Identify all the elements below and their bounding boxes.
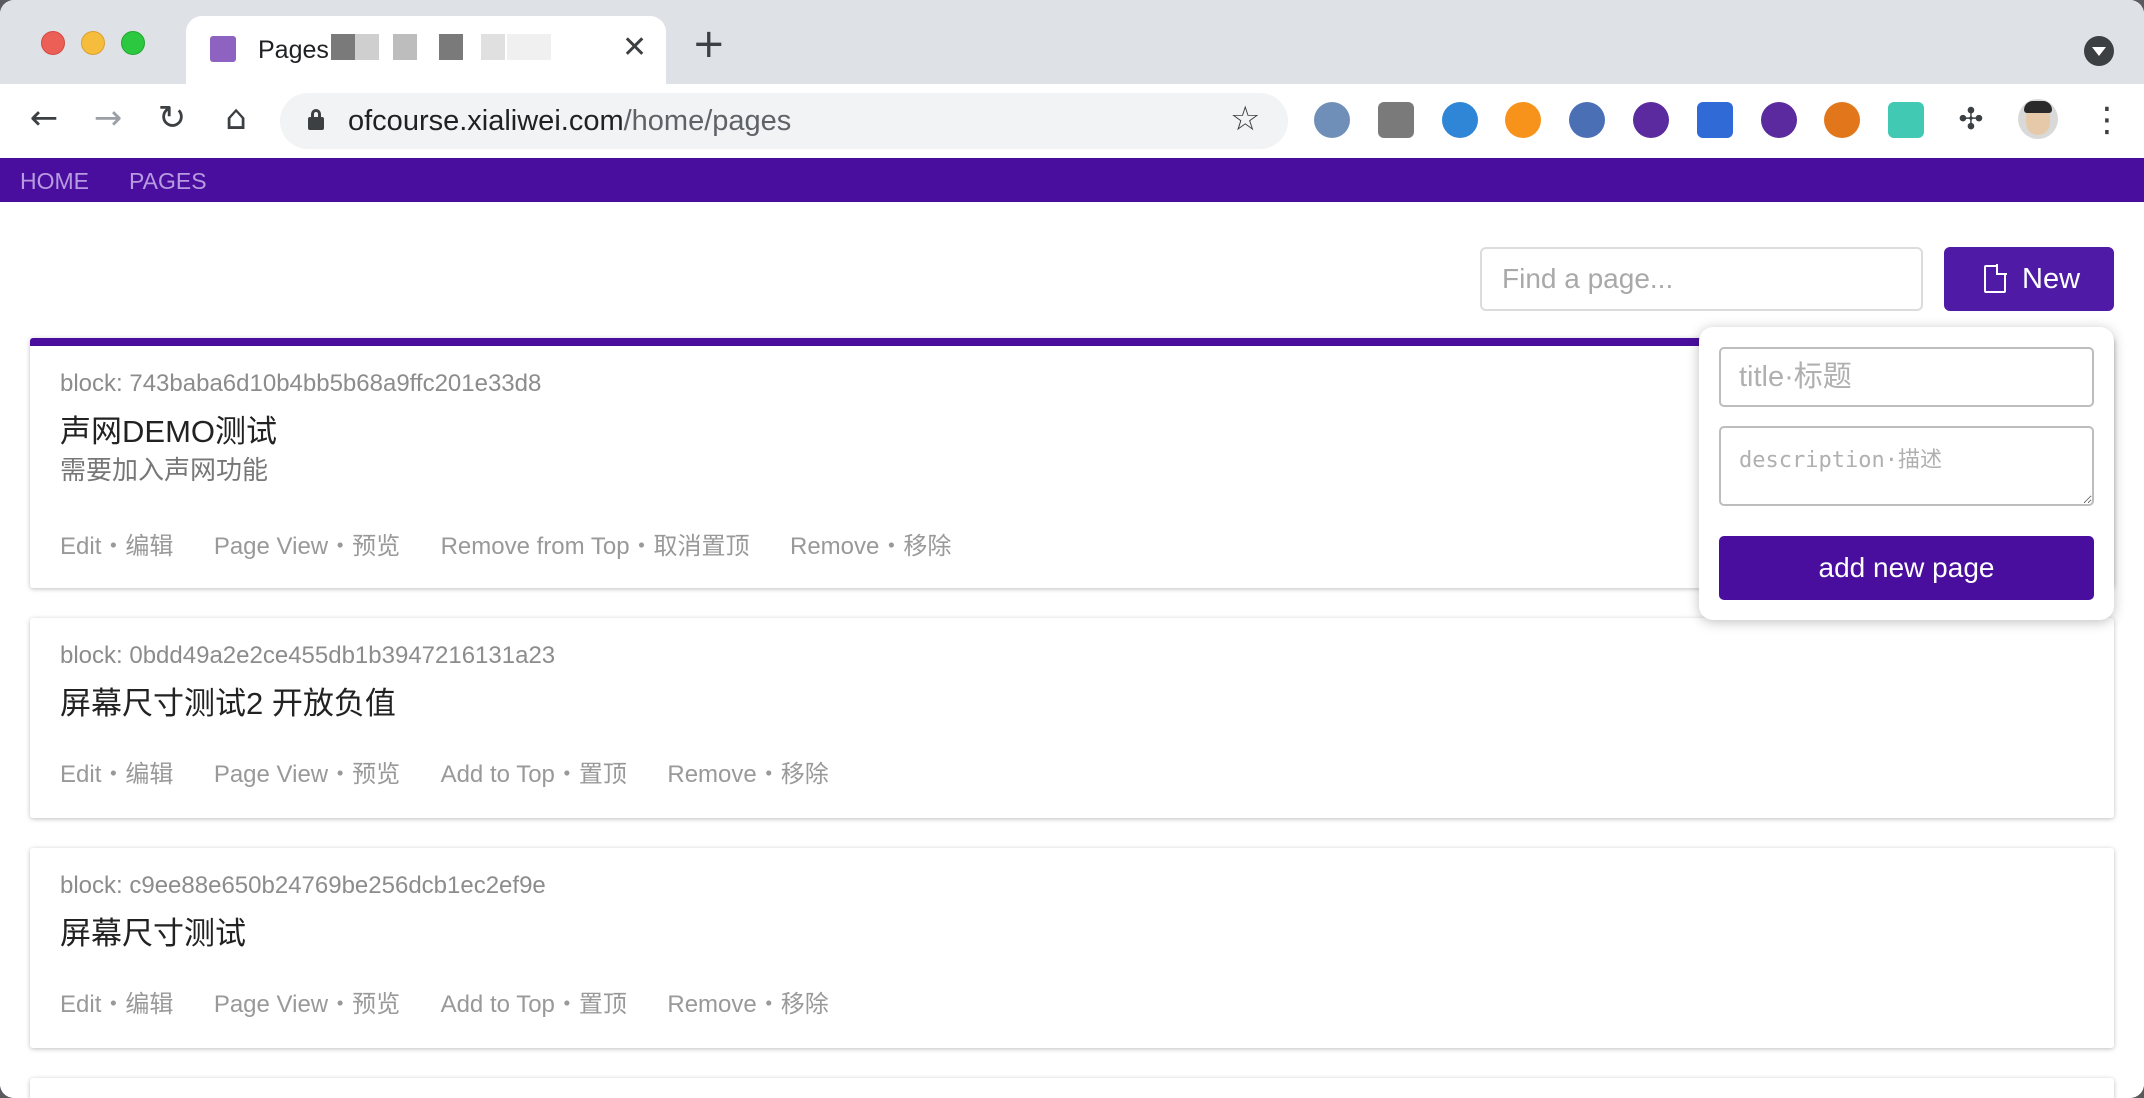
page-card: block: c9ee88e650b24769be256dcb1ec2ef9e …	[30, 848, 2114, 1048]
remove-from-top-link[interactable]: Remove from Top・取消置顶	[441, 526, 750, 561]
address-bar[interactable]: ofcourse.xialiwei.com/home/pages ☆	[280, 93, 1288, 149]
browser-window: Pages ✕ + ← → ↻ ⌂ ofcourse.xialiwei.com/…	[0, 0, 2144, 1098]
cloud-icon[interactable]	[1569, 102, 1605, 138]
page-card: block: 0bdd49a2e2ce455db1b3947216131a23 …	[30, 618, 2114, 818]
sync-icon[interactable]	[1314, 102, 1350, 138]
new-page-button[interactable]: New	[1944, 247, 2114, 311]
screenshot-icon[interactable]	[1378, 102, 1414, 138]
bitcoin-icon[interactable]	[1761, 102, 1797, 138]
card-description: 需要加入声网功能	[60, 455, 269, 485]
minimize-window-button[interactable]	[81, 31, 105, 55]
tab-bar: Pages ✕ +	[0, 0, 2144, 84]
card-title: 屏幕尺寸测试2 开放负值	[60, 686, 396, 721]
new-page-label: New	[2022, 263, 2081, 295]
line-icon[interactable]	[1888, 102, 1924, 138]
nav-pages-link[interactable]: PAGES	[129, 168, 207, 195]
tab-search-icon[interactable]	[2084, 36, 2114, 66]
url-text[interactable]: ofcourse.xialiwei.com/home/pages	[348, 105, 791, 138]
maximize-window-button[interactable]	[121, 31, 145, 55]
reload-icon[interactable]: ↻	[152, 98, 192, 138]
extensions-puzzle-icon[interactable]: ✣	[1953, 102, 1989, 138]
card-block-id: block: c9ee88e650b24769be256dcb1ec2ef9e	[60, 872, 546, 899]
add-to-top-link[interactable]: Add to Top・置顶	[441, 754, 627, 789]
home-icon[interactable]: ⌂	[216, 98, 256, 138]
remove-link[interactable]: Remove・移除	[667, 984, 828, 1019]
nav-home-link[interactable]: HOME	[20, 168, 89, 195]
tab-title-redacted	[331, 34, 551, 60]
p-coin-icon[interactable]	[1505, 102, 1541, 138]
profile-avatar[interactable]	[2018, 99, 2058, 139]
app-navbar: HOME PAGES	[0, 158, 2144, 202]
url-path: /home/pages	[623, 105, 792, 137]
back-icon[interactable]: ←	[24, 98, 64, 138]
news-icon[interactable]	[1697, 102, 1733, 138]
browser-tab[interactable]: Pages ✕	[186, 16, 666, 84]
remove-link[interactable]: Remove・移除	[667, 754, 828, 789]
card-title: 声网DEMO测试	[60, 414, 277, 449]
card-actions: Edit・编辑 Page View・预览 Add to Top・置顶 Remov…	[60, 984, 865, 1019]
tab-favicon-icon	[210, 36, 236, 62]
edit-link[interactable]: Edit・编辑	[60, 754, 173, 789]
metamask-icon[interactable]	[1824, 102, 1860, 138]
card-actions: Edit・编辑 Page View・预览 Remove from Top・取消置…	[60, 526, 987, 561]
browser-toolbar: ← → ↻ ⌂ ofcourse.xialiwei.com/home/pages…	[0, 84, 2144, 158]
title-input[interactable]	[1719, 347, 2094, 407]
globe-icon[interactable]	[1442, 102, 1478, 138]
find-page-input[interactable]	[1480, 247, 1923, 311]
add-to-top-link[interactable]: Add to Top・置顶	[441, 984, 627, 1019]
description-input[interactable]	[1719, 426, 2094, 506]
new-page-popover: add new page	[1699, 327, 2114, 620]
remove-link[interactable]: Remove・移除	[790, 526, 951, 561]
browser-menu-icon[interactable]: ⋮	[2090, 100, 2124, 140]
page-card	[30, 1078, 2114, 1098]
url-host: ofcourse.xialiwei.com	[348, 105, 624, 137]
card-actions: Edit・编辑 Page View・预览 Add to Top・置顶 Remov…	[60, 754, 865, 789]
forward-icon[interactable]: →	[88, 98, 128, 138]
lock-icon[interactable]	[308, 109, 324, 130]
page-view-link[interactable]: Page View・预览	[214, 984, 400, 1019]
card-title: 屏幕尺寸测试	[60, 916, 246, 951]
card-block-id: block: 743baba6d10b4bb5b68a9ffc201e33d8	[60, 370, 542, 397]
new-tab-button[interactable]: +	[692, 24, 726, 64]
document-icon	[1984, 264, 2007, 293]
tab-title: Pages	[258, 36, 329, 64]
close-window-button[interactable]	[41, 31, 65, 55]
bookmark-star-icon[interactable]: ☆	[1230, 99, 1260, 139]
add-new-page-button[interactable]: add new page	[1719, 536, 2094, 600]
bitcoin-icon[interactable]	[1633, 102, 1669, 138]
tab-close-icon[interactable]: ✕	[622, 30, 647, 65]
page-view-link[interactable]: Page View・预览	[214, 754, 400, 789]
edit-link[interactable]: Edit・编辑	[60, 984, 173, 1019]
page-view-link[interactable]: Page View・预览	[214, 526, 400, 561]
card-block-id: block: 0bdd49a2e2ce455db1b3947216131a23	[60, 642, 556, 669]
edit-link[interactable]: Edit・编辑	[60, 526, 173, 561]
